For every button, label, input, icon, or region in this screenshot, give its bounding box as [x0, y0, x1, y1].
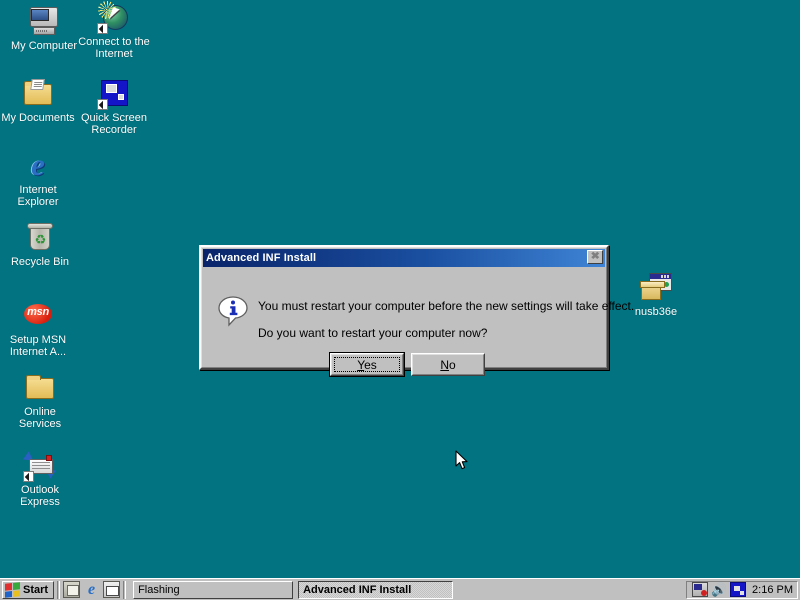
volume-icon[interactable]: 🔊: [711, 582, 727, 597]
desktop-icon-label: Internet Explorer: [0, 184, 76, 208]
desktop-icon-my-documents[interactable]: My Documents: [0, 78, 76, 124]
task-button-flashing[interactable]: Flashing: [133, 581, 293, 599]
task-button-label: Flashing: [138, 584, 180, 596]
advanced-inf-install-dialog[interactable]: Advanced INF Install ✖ You must restart …: [199, 245, 609, 370]
desktop-icon-label: Setup MSN Internet A...: [0, 334, 76, 358]
yes-button[interactable]: Yes: [330, 353, 404, 376]
screen-recorder-icon: [97, 78, 131, 110]
windows-flag-icon: [5, 582, 20, 598]
globe-cursor-icon: [97, 2, 131, 34]
dialog-message-line-2: Do you want to restart your computer now…: [258, 326, 487, 340]
arrow-cursor: [455, 450, 469, 471]
desktop-icon-recycle-bin[interactable]: ♻ Recycle Bin: [2, 222, 78, 268]
recycle-bin-icon: ♻: [23, 222, 57, 254]
close-glyph: ✖: [590, 252, 599, 262]
desktop-icon-online-services[interactable]: Online Services: [2, 372, 78, 430]
taskbar[interactable]: Start e Flashing Advanced INF Install 🔊 …: [0, 578, 800, 600]
msn-icon: msn: [21, 300, 55, 332]
show-desktop-icon[interactable]: [63, 581, 80, 598]
quick-launch-bar[interactable]: e: [63, 581, 120, 598]
dialog-body: You must restart your computer before th…: [203, 269, 605, 368]
information-icon: [217, 295, 249, 327]
mail-icon[interactable]: [103, 581, 120, 598]
desktop-icon-label: Quick Screen Recorder: [76, 112, 152, 136]
system-tray[interactable]: 🔊 2:16 PM: [686, 581, 798, 599]
shortcut-overlay-icon: [23, 471, 34, 482]
internet-explorer-icon[interactable]: e: [83, 581, 100, 598]
desktop-icon-label: Connect to the Internet: [76, 36, 152, 60]
screen-recorder-tray-icon[interactable]: [730, 582, 746, 597]
no-button-label: No: [440, 358, 455, 372]
dialup-network-icon[interactable]: [692, 582, 708, 597]
desktop-icon-my-computer[interactable]: My Computer: [6, 6, 82, 52]
computer-icon: [27, 6, 61, 38]
desktop-icon-outlook-express[interactable]: Outlook Express: [2, 450, 78, 508]
folder-icon: [23, 372, 57, 404]
task-button-label: Advanced INF Install: [303, 584, 411, 596]
desktop-icon-label: My Computer: [6, 40, 82, 52]
yes-button-label: Yes: [357, 358, 377, 372]
desktop-icon-label: My Documents: [0, 112, 76, 124]
dialog-message-line-1: You must restart your computer before th…: [258, 299, 634, 313]
task-button-advanced-inf-install[interactable]: Advanced INF Install: [298, 581, 453, 599]
desktop-icon-setup-msn[interactable]: msn Setup MSN Internet A...: [0, 300, 76, 358]
desktop-icon-label: Online Services: [2, 406, 78, 430]
clock[interactable]: 2:16 PM: [752, 584, 793, 596]
setup-package-icon: [639, 272, 673, 304]
documents-folder-icon: [21, 78, 55, 110]
desktop-icon-label: Outlook Express: [2, 484, 78, 508]
dialog-titlebar[interactable]: Advanced INF Install ✖: [203, 249, 605, 267]
shortcut-overlay-icon: [97, 99, 108, 110]
outlook-express-icon: [23, 450, 57, 482]
start-button-label: Start: [23, 584, 48, 596]
desktop-icon-quick-screen-recorder[interactable]: Quick Screen Recorder: [76, 78, 152, 136]
desktop-icon-connect-to-the-internet[interactable]: Connect to the Internet: [76, 2, 152, 60]
start-button[interactable]: Start: [2, 581, 54, 599]
desktop-icon-label: Recycle Bin: [2, 256, 78, 268]
internet-explorer-icon: e: [21, 150, 55, 182]
shortcut-overlay-icon: [97, 23, 108, 34]
desktop-icon-internet-explorer[interactable]: e Internet Explorer: [0, 150, 76, 208]
close-icon[interactable]: ✖: [587, 250, 603, 264]
no-button[interactable]: No: [411, 353, 485, 376]
dialog-title: Advanced INF Install: [206, 252, 316, 264]
taskbar-separator: [57, 581, 60, 599]
taskbar-separator: [123, 581, 126, 599]
